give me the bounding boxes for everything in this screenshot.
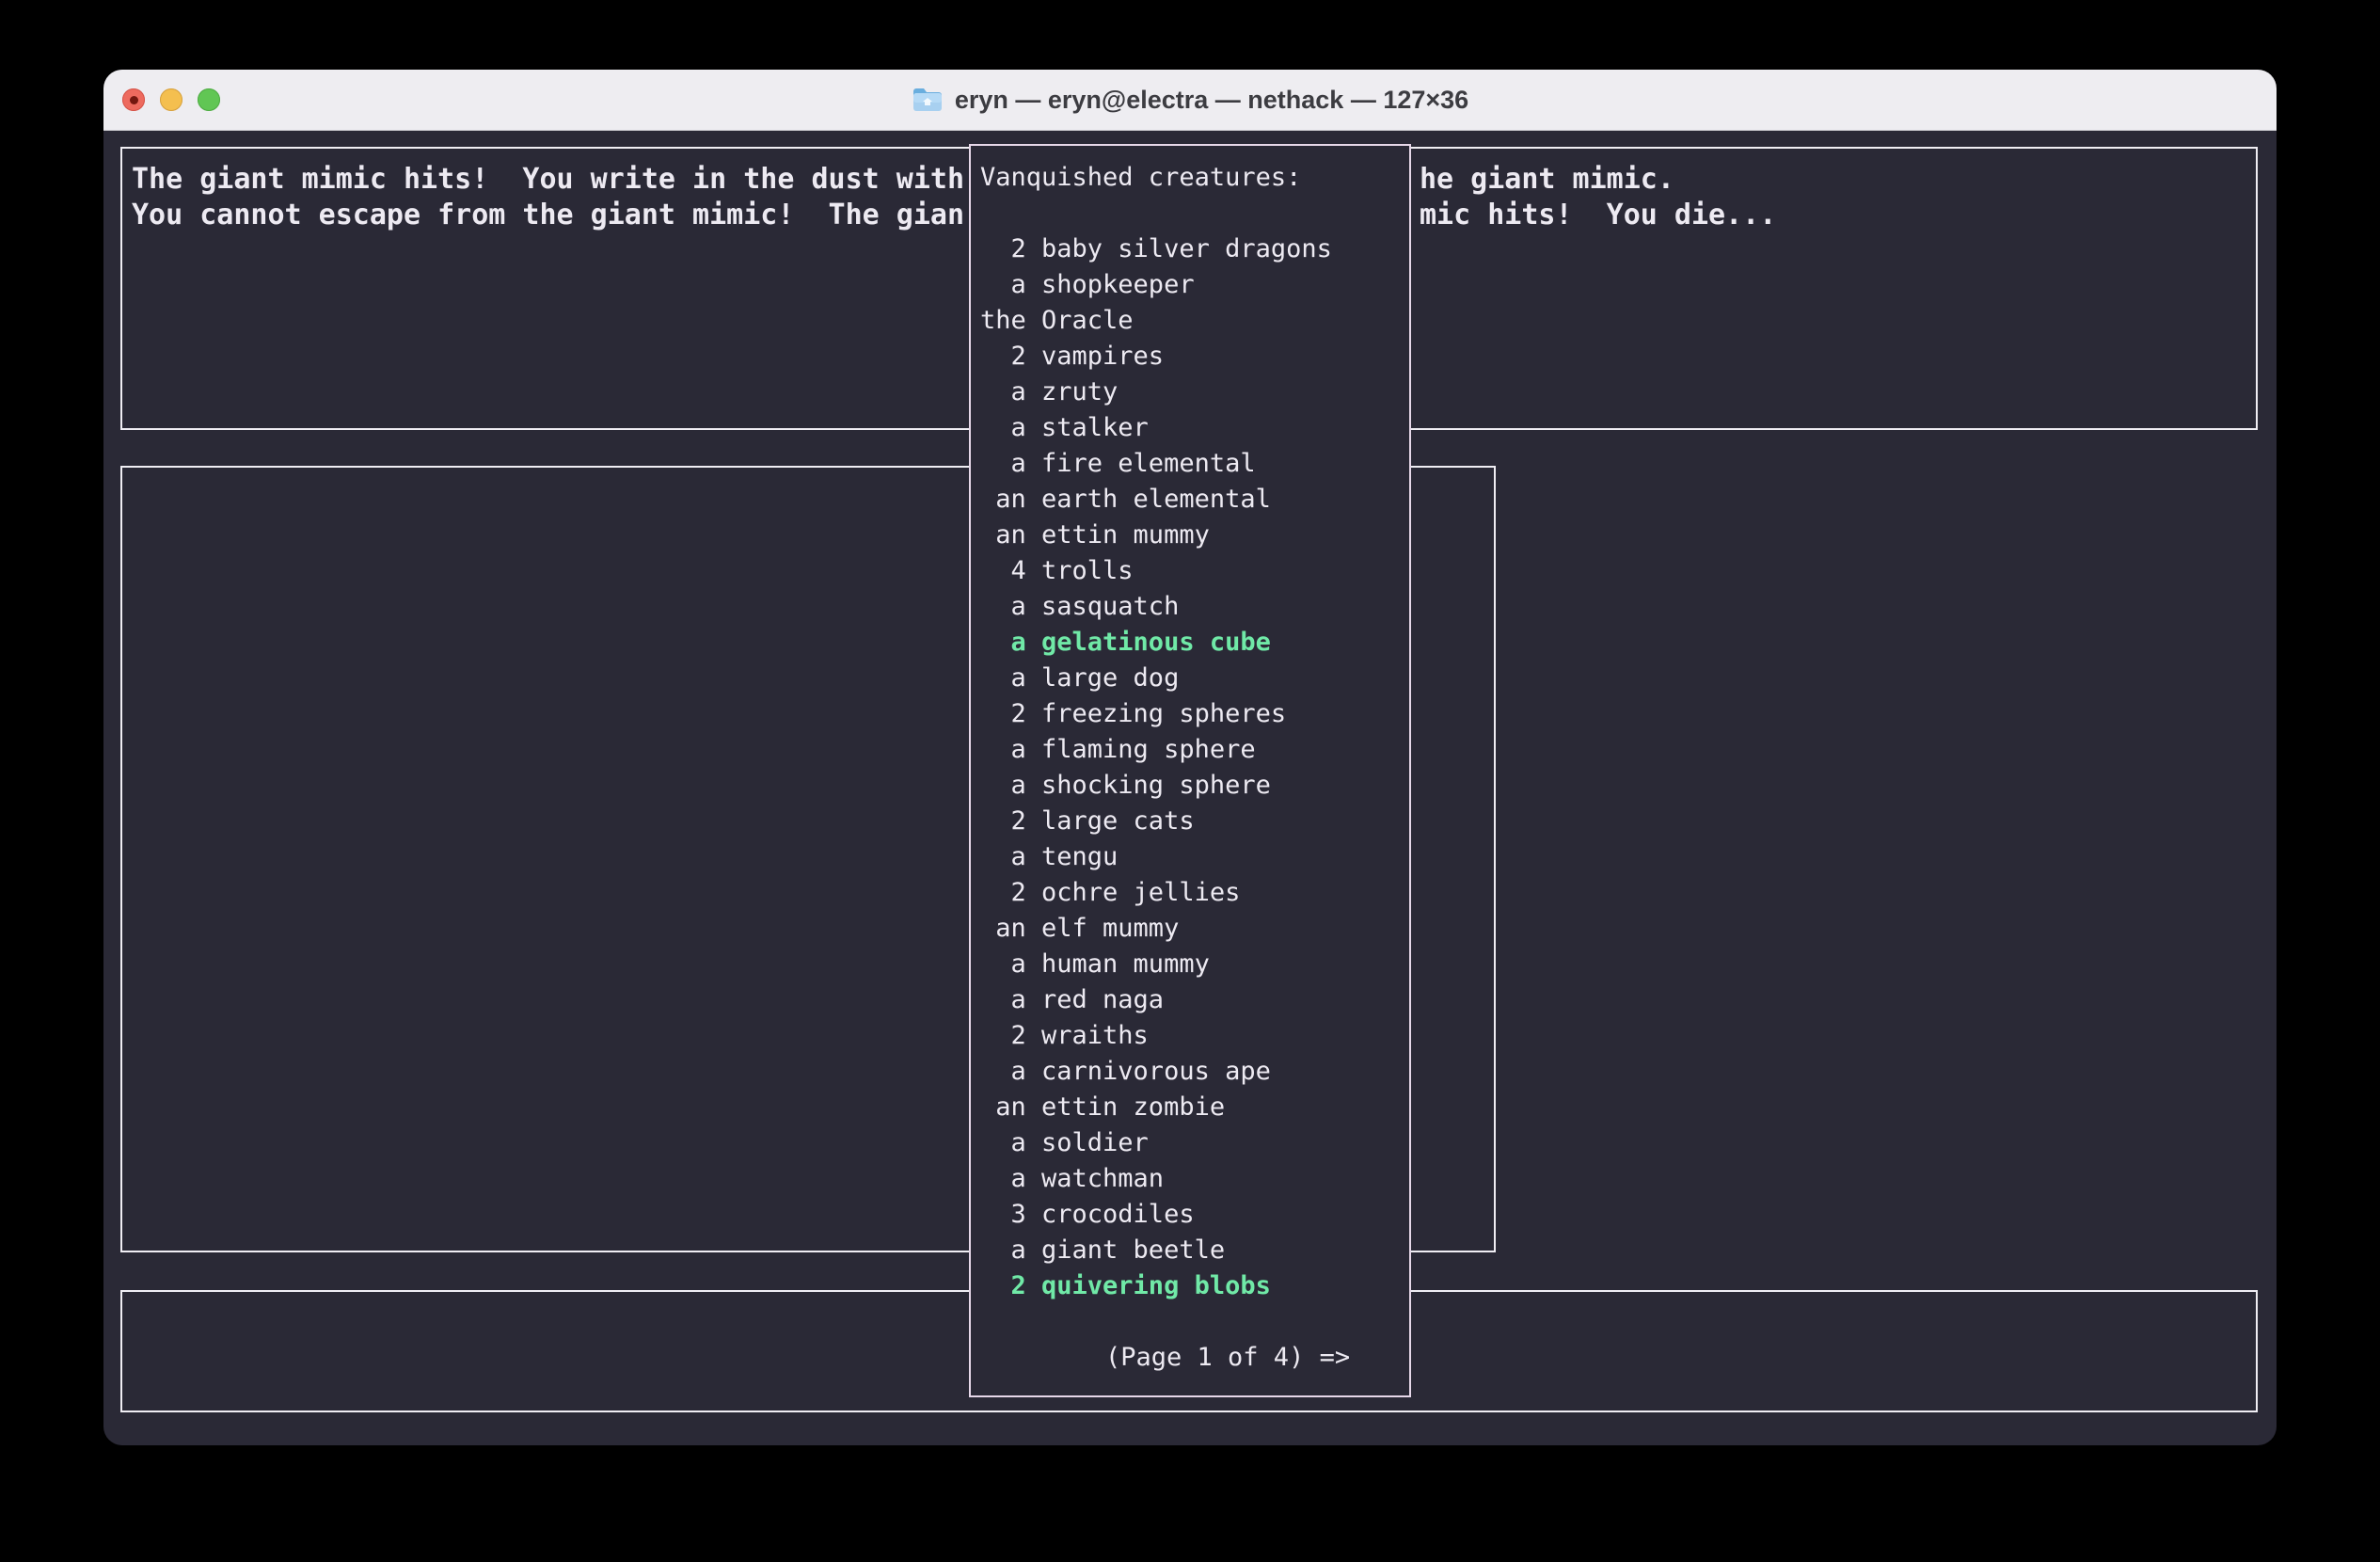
message-line-2-right: mic hits! You die... bbox=[1420, 198, 1776, 233]
message-line-2-left: You cannot escape from the giant mimic! … bbox=[132, 198, 964, 233]
folder-icon bbox=[912, 86, 944, 114]
vanquished-item: a large dog bbox=[980, 661, 1409, 696]
vanquished-item: an ettin zombie bbox=[980, 1090, 1409, 1125]
vanquished-item: a flaming sphere bbox=[980, 732, 1409, 768]
vanquished-item: a tengu bbox=[980, 839, 1409, 875]
screen-background: eryn — eryn@electra — nethack — 127×36 T… bbox=[0, 0, 2380, 1562]
vanquished-item: a gelatinous cube bbox=[980, 625, 1409, 661]
terminal-window: eryn — eryn@electra — nethack — 127×36 T… bbox=[103, 70, 2277, 1445]
zoom-button[interactable] bbox=[198, 88, 220, 111]
vanquished-item: a red naga bbox=[980, 982, 1409, 1018]
vanquished-item: a carnivorous ape bbox=[980, 1054, 1409, 1090]
window-titlebar[interactable]: eryn — eryn@electra — nethack — 127×36 bbox=[103, 70, 2277, 131]
vanquished-item: 2 large cats bbox=[980, 804, 1409, 839]
vanquished-item: a stalker bbox=[980, 410, 1409, 446]
vanquished-item: a giant beetle bbox=[980, 1233, 1409, 1268]
menu-title: Vanquished creatures: bbox=[980, 160, 1409, 196]
vanquished-item: an earth elemental bbox=[980, 482, 1409, 518]
vanquished-item: a watchman bbox=[980, 1161, 1409, 1197]
message-line-1-right: he giant mimic. bbox=[1420, 162, 1674, 198]
vanquished-item: 2 quivering blobs bbox=[980, 1268, 1409, 1304]
vanquished-item: the Oracle bbox=[980, 303, 1409, 339]
vanquished-list: 2 baby silver dragons a shopkeeperthe Or… bbox=[980, 231, 1409, 1304]
terminal-content[interactable]: The giant mimic hits! You write in the d… bbox=[103, 130, 2277, 1445]
vanquished-item: a fire elemental bbox=[980, 446, 1409, 482]
vanquished-item: 2 freezing spheres bbox=[980, 696, 1409, 732]
message-line-1-left: The giant mimic hits! You write in the d… bbox=[132, 162, 964, 198]
unsaved-changes-dot bbox=[130, 96, 138, 104]
vanquished-item: an elf mummy bbox=[980, 911, 1409, 947]
traffic-lights bbox=[122, 70, 220, 130]
vanquished-item: 2 vampires bbox=[980, 339, 1409, 375]
close-button[interactable] bbox=[122, 88, 145, 111]
vanquished-item: a sasquatch bbox=[980, 589, 1409, 625]
vanquished-item: a soldier bbox=[980, 1125, 1409, 1161]
vanquished-item: a shopkeeper bbox=[980, 267, 1409, 303]
vanquished-item: an ettin mummy bbox=[980, 518, 1409, 553]
vanquished-item: 3 crocodiles bbox=[980, 1197, 1409, 1233]
vanquished-item: a zruty bbox=[980, 375, 1409, 410]
page-indicator: (Page 1 of 4) => bbox=[1105, 1340, 1409, 1376]
vanquished-menu: Vanquished creatures: 2 baby silver drag… bbox=[969, 144, 1411, 1397]
vanquished-item: a shocking sphere bbox=[980, 768, 1409, 804]
vanquished-item: a human mummy bbox=[980, 947, 1409, 982]
window-title: eryn — eryn@electra — nethack — 127×36 bbox=[955, 86, 1468, 115]
vanquished-item: 2 baby silver dragons bbox=[980, 231, 1409, 267]
window-title-group: eryn — eryn@electra — nethack — 127×36 bbox=[912, 86, 1468, 115]
minimize-button[interactable] bbox=[160, 88, 182, 111]
vanquished-item: 2 wraiths bbox=[980, 1018, 1409, 1054]
vanquished-item: 2 ochre jellies bbox=[980, 875, 1409, 911]
vanquished-item: 4 trolls bbox=[980, 553, 1409, 589]
